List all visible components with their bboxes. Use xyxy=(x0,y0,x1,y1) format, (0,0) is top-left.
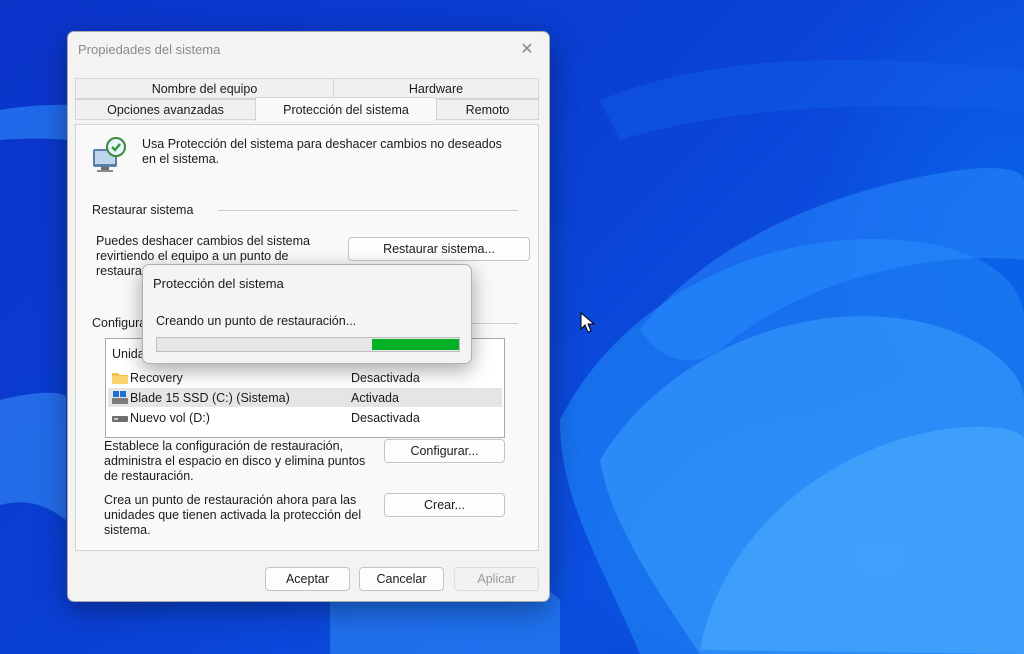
close-button[interactable]: ✕ xyxy=(513,37,541,61)
drive-row-nuevo-vol[interactable]: Nuevo vol (D:) Desactivada xyxy=(108,408,502,427)
drive-name: Nuevo vol (D:) xyxy=(130,410,210,425)
create-text-line2: unidades que tienen activada la protecci… xyxy=(104,508,362,522)
tab-hardware[interactable]: Hardware xyxy=(333,78,539,99)
drive-status: Desactivada xyxy=(351,410,420,425)
tab-computer-name[interactable]: Nombre del equipo xyxy=(75,78,334,99)
mouse-cursor-icon xyxy=(580,312,596,333)
restore-text-line1: Puedes deshacer cambios del sistema xyxy=(96,234,311,248)
progress-bar xyxy=(156,337,460,352)
restore-group-label: Restaurar sistema xyxy=(92,203,194,217)
drive-name: Blade 15 SSD (C:) (Sistema) xyxy=(130,390,290,405)
configure-button[interactable]: Configurar... xyxy=(384,439,505,463)
cancel-button[interactable]: Cancelar xyxy=(359,567,444,591)
tab-system-protection[interactable]: Protección del sistema xyxy=(255,97,437,121)
restore-text-line2: revirtiendo el equipo a un punto de xyxy=(96,249,289,263)
folder-icon xyxy=(112,373,128,384)
config-text-line3: de restauración. xyxy=(104,469,194,483)
system-protection-icon xyxy=(93,137,126,172)
protection-group-label: Configura xyxy=(92,316,147,330)
system-drive-icon xyxy=(112,391,128,404)
config-text-line2: administra el espacio en disco y elimina… xyxy=(104,454,366,468)
progress-dialog-title: Protección del sistema xyxy=(153,276,284,291)
progress-message: Creando un punto de restauración... xyxy=(156,314,357,328)
window-title: Propiedades del sistema xyxy=(78,42,221,57)
drives-list-header: Unida xyxy=(112,347,145,361)
config-text-line1: Establece la configuración de restauraci… xyxy=(104,439,344,453)
apply-button[interactable]: Aplicar xyxy=(454,567,539,591)
intro-text-line2: en el sistema. xyxy=(142,152,220,166)
tab-advanced-options[interactable]: Opciones avanzadas xyxy=(75,99,256,120)
protection-group-divider xyxy=(468,323,518,324)
restore-group-divider xyxy=(218,210,518,211)
drive-icon xyxy=(112,416,128,422)
create-text-line1: Crea un punto de restauración ahora para… xyxy=(104,493,357,507)
tab-remote[interactable]: Remoto xyxy=(436,99,539,120)
drive-status: Activada xyxy=(351,390,399,405)
create-text-line3: sistema. xyxy=(104,523,151,537)
create-button[interactable]: Crear... xyxy=(384,493,505,517)
drive-status: Desactivada xyxy=(351,370,420,385)
drive-name: Recovery xyxy=(130,370,183,385)
intro-text-line1: Usa Protección del sistema para deshacer… xyxy=(142,137,502,151)
drive-row-system[interactable]: Blade 15 SSD (C:) (Sistema) Activada xyxy=(108,388,502,407)
progress-bar-fill xyxy=(372,339,459,350)
system-protection-progress-dialog: Protección del sistema Creando un punto … xyxy=(142,264,472,364)
drive-row-recovery[interactable]: Recovery Desactivada xyxy=(108,368,502,387)
restore-system-button[interactable]: Restaurar sistema... xyxy=(348,237,530,261)
ok-button[interactable]: Aceptar xyxy=(265,567,350,591)
